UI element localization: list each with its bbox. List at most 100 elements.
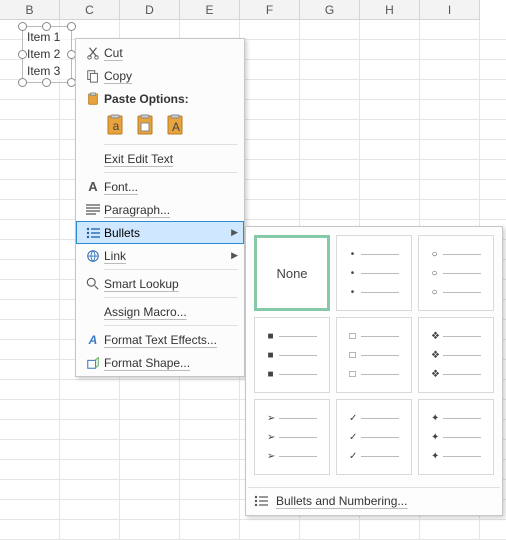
col-header[interactable]: F (240, 0, 300, 20)
menu-format-text-effects[interactable]: A Format Text Effects... (76, 328, 244, 351)
cell[interactable] (300, 520, 360, 540)
bullet-option-diamond[interactable]: ❖❖❖ (418, 317, 494, 393)
cell[interactable] (60, 380, 120, 400)
cell[interactable] (0, 400, 60, 420)
menu-bullets[interactable]: Bullets ▶ (76, 221, 244, 244)
cell[interactable] (120, 420, 180, 440)
col-header[interactable]: G (300, 0, 360, 20)
cell[interactable] (240, 200, 300, 220)
cell[interactable] (0, 220, 60, 240)
cell[interactable] (180, 440, 240, 460)
cell[interactable] (0, 180, 60, 200)
menu-format-shape[interactable]: Format Shape... (76, 351, 244, 374)
paste-keep-source[interactable]: a (104, 112, 128, 138)
col-header[interactable]: B (0, 0, 60, 20)
cell[interactable] (120, 480, 180, 500)
resize-handle[interactable] (18, 50, 27, 59)
cell[interactable] (360, 180, 420, 200)
cell[interactable] (420, 60, 480, 80)
cell[interactable] (300, 60, 360, 80)
cell[interactable] (360, 120, 420, 140)
cell[interactable] (420, 180, 480, 200)
resize-handle[interactable] (18, 78, 27, 87)
cell[interactable] (0, 500, 60, 520)
menu-paragraph[interactable]: Paragraph... (76, 198, 244, 221)
cell[interactable] (240, 40, 300, 60)
menu-assign-macro[interactable]: Assign Macro... (76, 300, 244, 323)
cell[interactable] (360, 200, 420, 220)
cell[interactable] (120, 500, 180, 520)
cell[interactable] (180, 400, 240, 420)
menu-copy[interactable]: Copy (76, 64, 244, 87)
cell[interactable] (0, 340, 60, 360)
bullet-option-star[interactable]: ✦✦✦ (418, 399, 494, 475)
cell[interactable] (0, 240, 60, 260)
cell[interactable] (0, 440, 60, 460)
cell[interactable] (360, 20, 420, 40)
resize-handle[interactable] (42, 78, 51, 87)
cell[interactable] (0, 260, 60, 280)
cell[interactable] (300, 20, 360, 40)
paste-text-only[interactable]: A (164, 112, 188, 138)
cell[interactable] (480, 100, 506, 120)
cell[interactable] (0, 140, 60, 160)
cell[interactable] (420, 160, 480, 180)
cell[interactable] (0, 460, 60, 480)
cell[interactable] (360, 160, 420, 180)
cell[interactable] (180, 520, 240, 540)
cell[interactable] (180, 20, 240, 40)
cell[interactable] (240, 60, 300, 80)
cell[interactable] (420, 520, 480, 540)
cell[interactable] (0, 80, 60, 100)
bullet-option-disc[interactable]: ••• (336, 235, 412, 311)
bullet-option-hollow-square[interactable]: □□□ (336, 317, 412, 393)
menu-exit-edit-text[interactable]: Exit Edit Text (76, 147, 244, 170)
cell[interactable] (420, 120, 480, 140)
resize-handle[interactable] (18, 22, 27, 31)
cell[interactable] (360, 520, 420, 540)
bullet-option-check[interactable]: ✓✓✓ (336, 399, 412, 475)
resize-handle[interactable] (67, 22, 76, 31)
cell[interactable] (300, 80, 360, 100)
menu-link[interactable]: Link ▶ (76, 244, 244, 267)
col-header[interactable]: D (120, 0, 180, 20)
cell[interactable] (180, 460, 240, 480)
cell[interactable] (360, 80, 420, 100)
cell[interactable] (60, 520, 120, 540)
cell[interactable] (0, 300, 60, 320)
cell[interactable] (180, 500, 240, 520)
cell[interactable] (480, 140, 506, 160)
cell[interactable] (0, 520, 60, 540)
cell[interactable] (0, 200, 60, 220)
menu-cut[interactable]: Cut (76, 41, 244, 64)
cell[interactable] (480, 520, 506, 540)
paste-picture[interactable] (134, 112, 158, 138)
cell[interactable] (120, 460, 180, 480)
col-header[interactable]: C (60, 0, 120, 20)
resize-handle[interactable] (42, 22, 51, 31)
cell[interactable] (480, 200, 506, 220)
cell[interactable] (300, 180, 360, 200)
cell[interactable] (120, 380, 180, 400)
bullet-option-circle[interactable]: ○○○ (418, 235, 494, 311)
cell[interactable] (240, 120, 300, 140)
cell[interactable] (420, 20, 480, 40)
cell[interactable] (60, 440, 120, 460)
cell[interactable] (240, 100, 300, 120)
bullet-option-none[interactable]: None (254, 235, 330, 311)
cell[interactable] (300, 120, 360, 140)
cell[interactable] (360, 60, 420, 80)
cell[interactable] (180, 480, 240, 500)
cell[interactable] (240, 140, 300, 160)
cell[interactable] (240, 160, 300, 180)
cell[interactable] (0, 480, 60, 500)
col-header[interactable]: H (360, 0, 420, 20)
bullet-option-square[interactable]: ■■■ (254, 317, 330, 393)
cell[interactable] (120, 400, 180, 420)
cell[interactable] (360, 100, 420, 120)
cell[interactable] (480, 60, 506, 80)
cell[interactable] (300, 40, 360, 60)
cell[interactable] (60, 460, 120, 480)
cell[interactable] (240, 520, 300, 540)
cell[interactable] (180, 380, 240, 400)
